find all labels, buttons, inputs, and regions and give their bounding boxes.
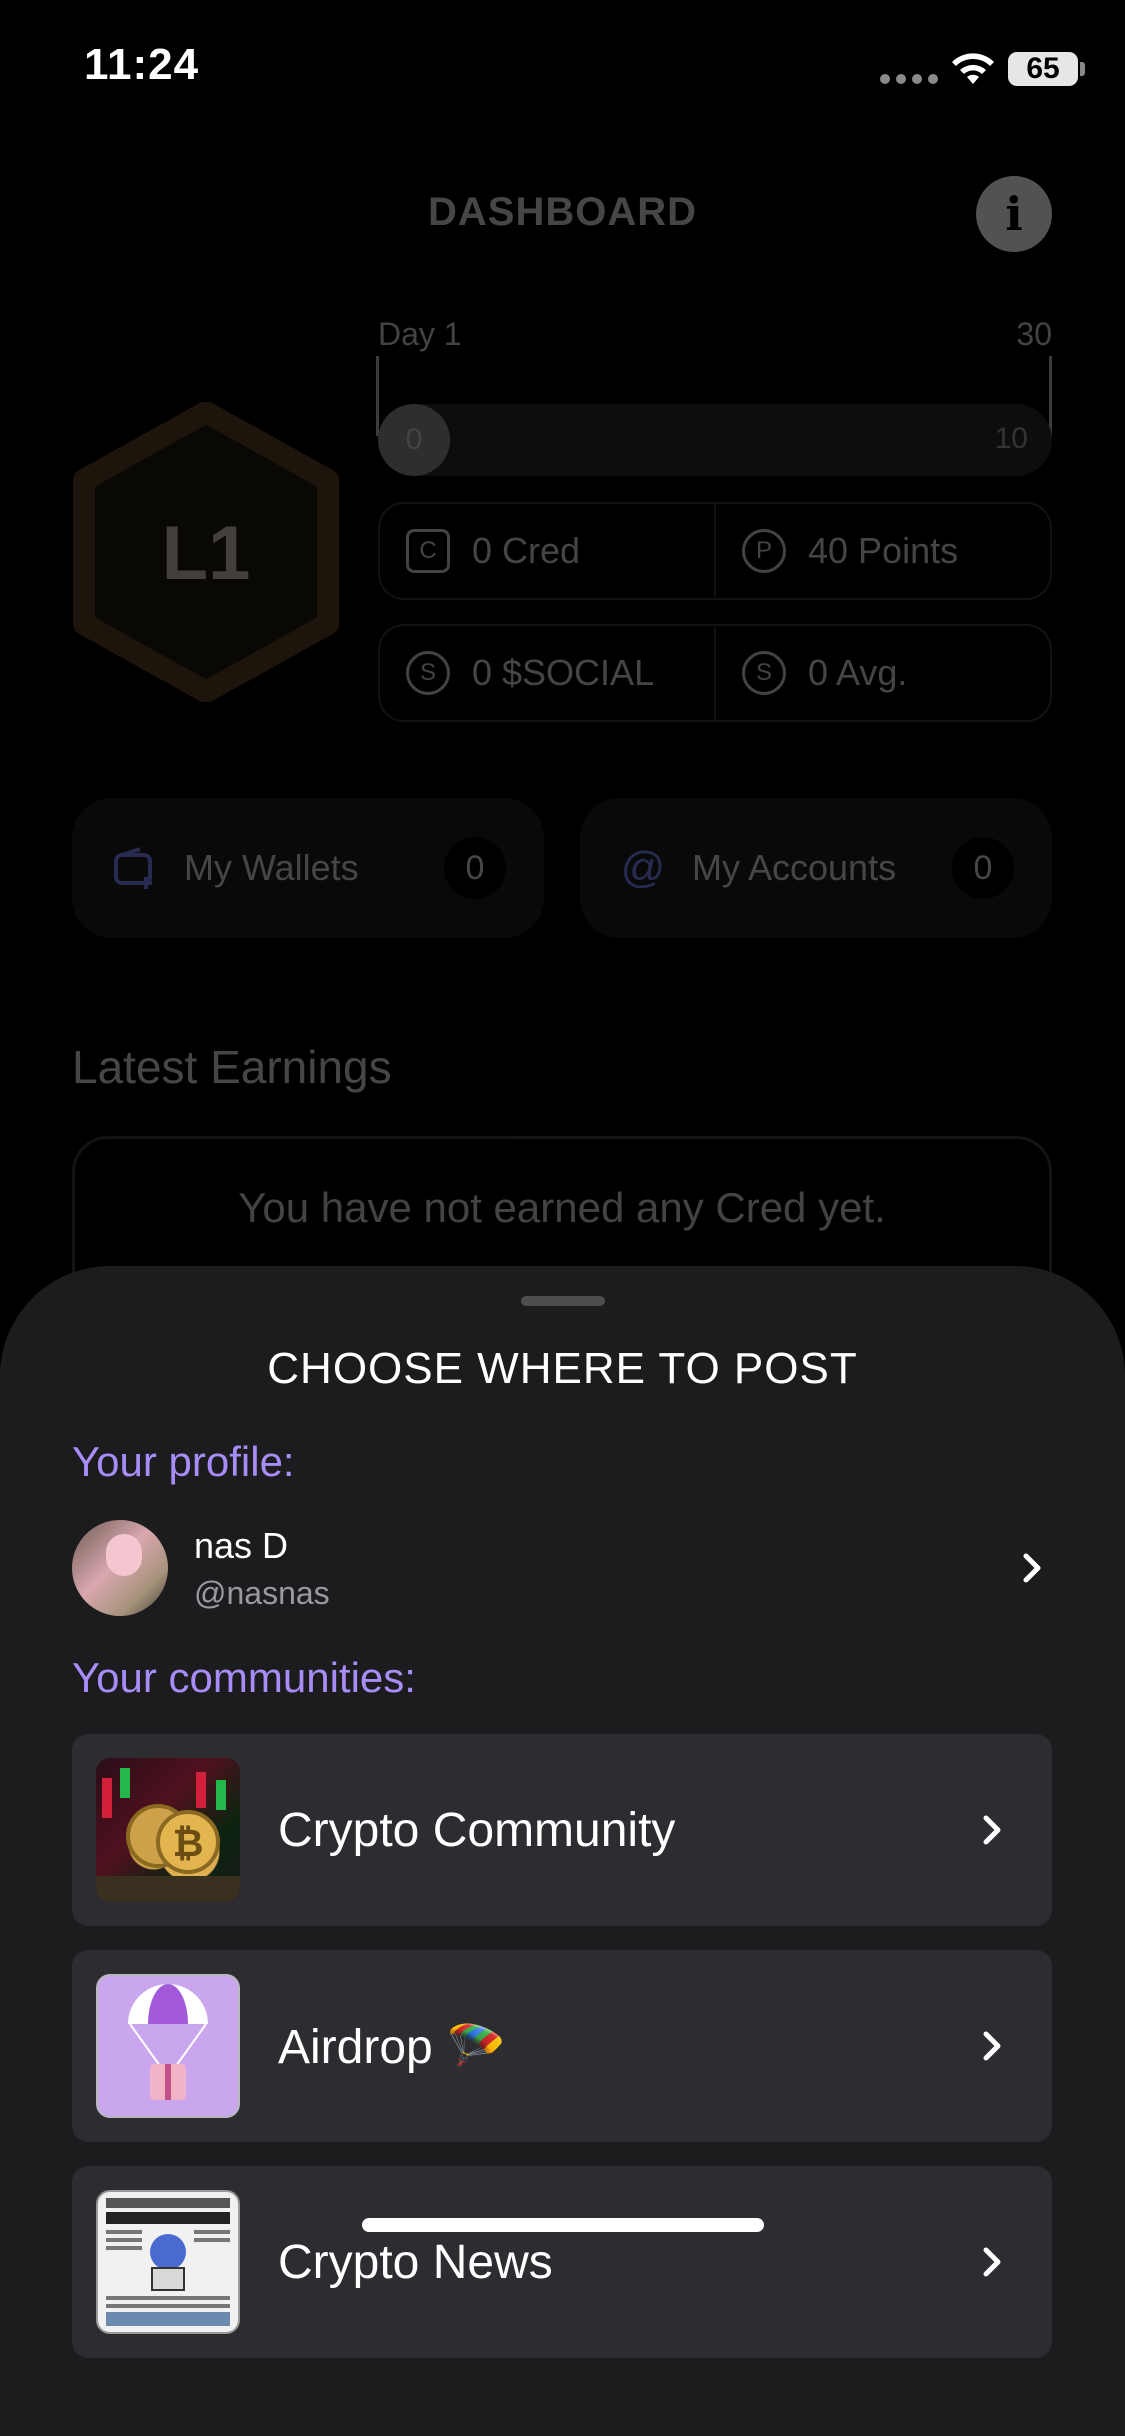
latest-earnings-title: Latest Earnings xyxy=(72,1041,392,1093)
avg-token-icon: S xyxy=(742,651,786,695)
dashboard-background: DASHBOARD i L1 Day 1 30 0 10 C 0 Cred P … xyxy=(0,140,1125,1340)
status-time: 11:24 xyxy=(84,40,200,89)
community-item-crypto-community[interactable]: ₿ Crypto Community xyxy=(72,1734,1052,1926)
cellular-signal-icon xyxy=(880,74,938,84)
profile-text: nas D @nasnas xyxy=(194,1525,1012,1612)
sheet-title: CHOOSE WHERE TO POST xyxy=(267,1344,858,1393)
home-indicator[interactable] xyxy=(362,2218,764,2232)
profile-handle: @nasnas xyxy=(194,1574,330,1611)
info-button[interactable]: i xyxy=(976,176,1052,252)
social-token-icon: S xyxy=(406,651,450,695)
points-icon: P xyxy=(742,529,786,573)
level-label: L1 xyxy=(161,511,251,596)
community-item-airdrop[interactable]: Airdrop 🪂 xyxy=(72,1950,1052,2142)
at-sign-icon: @ xyxy=(620,843,666,892)
accounts-count: 0 xyxy=(952,837,1014,899)
chevron-right-icon xyxy=(983,1815,1001,1845)
profile-name: nas D xyxy=(194,1524,289,1566)
my-wallets-label: My Wallets xyxy=(184,847,359,888)
community-name: Airdrop 🪂 xyxy=(278,2020,506,2074)
my-accounts-label: My Accounts xyxy=(692,847,897,888)
chevron-right-icon xyxy=(1023,1553,1041,1583)
stat-points-label: 40 Points xyxy=(808,530,959,571)
my-wallets-button[interactable]: My Wallets 0 xyxy=(72,798,544,938)
community-thumbnail: ₿ xyxy=(96,1758,240,1902)
community-item-crypto-news[interactable]: Crypto News xyxy=(72,2166,1052,2358)
wallet-icon xyxy=(114,847,152,889)
cred-icon: C xyxy=(406,529,450,573)
wallets-count: 0 xyxy=(444,837,506,899)
stat-avg-label: 0 Avg. xyxy=(808,652,908,693)
stat-social: S 0 $SOCIAL xyxy=(380,626,714,720)
battery-icon: 65 xyxy=(1008,52,1078,86)
sheet-drag-handle[interactable] xyxy=(521,1296,605,1306)
my-accounts-button[interactable]: @ My Accounts 0 xyxy=(580,798,1052,938)
wifi-icon xyxy=(952,53,994,84)
stat-cred-label: 0 Cred xyxy=(472,530,581,571)
progress-current: 0 xyxy=(378,404,450,476)
earnings-empty-text: You have not earned any Cred yet. xyxy=(238,1184,886,1231)
progress-tick xyxy=(1049,356,1052,436)
progress-track xyxy=(378,404,1052,476)
page-title: DASHBOARD xyxy=(428,190,697,234)
communities-section-label: Your communities: xyxy=(72,1654,416,1701)
community-thumbnail xyxy=(96,2190,240,2334)
chevron-right-icon xyxy=(983,2247,1001,2277)
stat-avg: S 0 Avg. xyxy=(714,626,1050,720)
profile-row[interactable]: nas D @nasnas xyxy=(72,1518,1052,1618)
stats-row-2: S 0 $SOCIAL S 0 Avg. xyxy=(378,624,1052,722)
progress-day-label: Day 1 xyxy=(378,316,462,352)
community-name: Crypto News xyxy=(278,2235,553,2289)
stats-row-1: C 0 Cred P 40 Points xyxy=(378,502,1052,600)
stat-social-label: 0 $SOCIAL xyxy=(472,652,655,693)
avatar xyxy=(72,1520,168,1616)
stat-cred: C 0 Cred xyxy=(380,504,714,598)
progress-max-day: 30 xyxy=(1016,316,1052,352)
community-name: Crypto Community xyxy=(278,1803,676,1857)
progress-end: 10 xyxy=(994,422,1028,455)
community-thumbnail xyxy=(96,1974,240,2118)
svg-text:₿: ₿ xyxy=(173,1821,204,1865)
stat-points: P 40 Points xyxy=(714,504,1050,598)
progress-tick xyxy=(376,356,379,436)
profile-section-label: Your profile: xyxy=(72,1438,295,1485)
chevron-right-icon xyxy=(983,2031,1001,2061)
battery-tip xyxy=(1080,62,1085,76)
status-bar: 11:24 65 xyxy=(0,0,1125,140)
post-destination-sheet: CHOOSE WHERE TO POST Your profile: nas D… xyxy=(0,1266,1125,2436)
